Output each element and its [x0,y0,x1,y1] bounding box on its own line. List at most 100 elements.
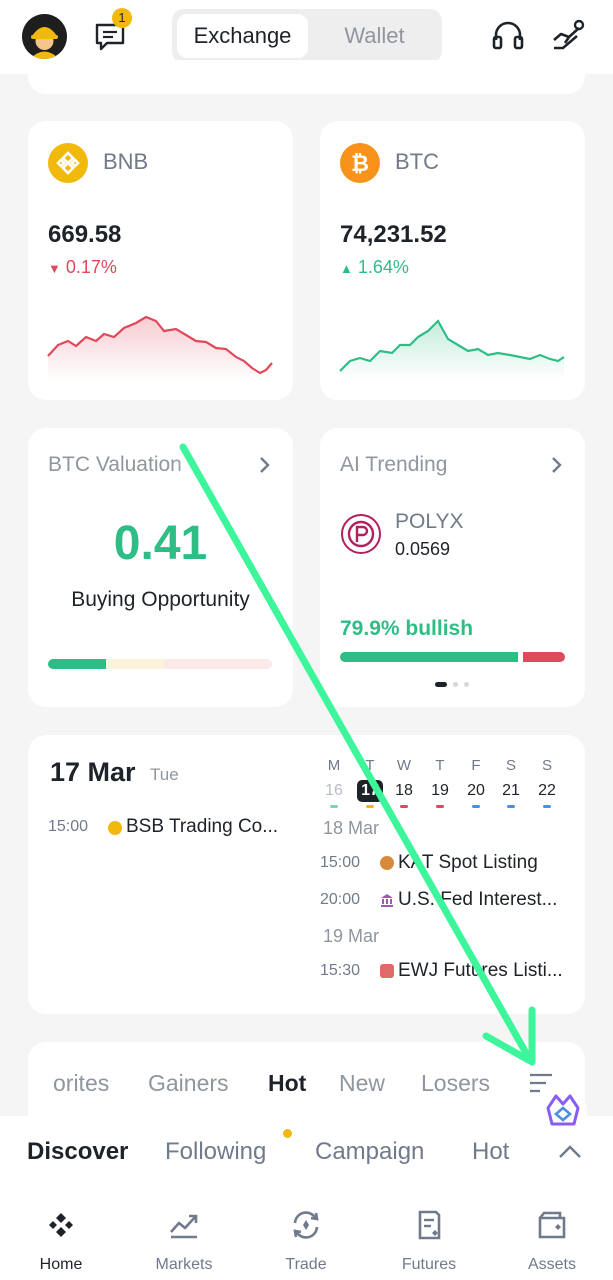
dot [464,682,469,687]
nav-home[interactable]: Home [11,1208,111,1274]
coin-change: ▼ 0.17% [48,257,117,278]
tab-exchange[interactable]: Exchange [177,14,308,58]
day-number[interactable]: 16 [321,780,347,802]
btc-valuation-card[interactable]: BTC Valuation 0.41 Buying Opportunity [28,428,293,707]
event-title[interactable]: KAT Spot Listing [398,852,538,874]
token-name: POLYX [395,510,464,533]
dot-active [435,682,447,687]
event-marker [366,805,374,808]
valuation-bar-yellow [106,659,164,669]
futures-icon [418,1210,441,1240]
weekday-letter: S [541,757,552,774]
weekday-letter: F [471,757,481,774]
chevron-up-icon[interactable] [558,1144,582,1160]
tab-following[interactable]: Following [165,1138,266,1166]
dot [453,682,458,687]
day-label: 18 Mar [323,818,380,838]
chevron-right-icon[interactable] [550,454,564,476]
token-icon [380,856,394,870]
nav-trade[interactable]: Trade [256,1208,356,1274]
nav-label: Markets [155,1256,213,1273]
tab-campaign[interactable]: Campaign [315,1138,424,1166]
polyx-logo-icon [340,513,382,555]
tab-discover[interactable]: Discover [27,1138,128,1166]
weekday-letter: T [435,757,445,774]
down-triangle-icon: ▼ [48,261,61,276]
calendar-weekday: Tue [150,765,179,784]
valuation-value: 0.41 [113,517,208,570]
day-number[interactable]: 22 [534,780,560,802]
notification-badge: 1 [112,8,132,28]
day-label: 19 Mar [323,926,380,946]
nav-label: Trade [285,1256,327,1273]
nav-label: Futures [401,1256,457,1273]
tab-losers[interactable]: Losers [421,1070,490,1097]
coin-card-btc[interactable]: ₿ BTC 74,231.52 ▲ 1.64% [320,121,585,400]
event-time: 15:00 [48,818,89,835]
title-fade [174,443,254,483]
coin-card-bnb[interactable]: BNB 669.58 ▼ 0.17% [28,121,293,400]
btc-logo-icon: ₿ [340,143,380,183]
event-title[interactable]: EWJ Futures Listi... [398,960,563,982]
event-marker [400,805,408,808]
nav-markets[interactable]: Markets [134,1208,234,1274]
home-icon [49,1213,73,1237]
token-icon [108,821,122,835]
coin-symbol: BTC [395,149,439,174]
event-time: 15:00 [320,854,361,871]
chevron-right-icon[interactable] [258,454,272,476]
event-title[interactable]: BSB Trading Co... [126,816,278,838]
valuation-bar-red [164,659,272,669]
event-marker [507,805,515,808]
valuation-label: Buying Opportunity [71,588,250,611]
day-number[interactable]: 20 [463,780,489,802]
markets-icon [170,1214,198,1239]
day-number-today[interactable]: 17 [357,780,383,802]
nav-assets[interactable]: Assets [502,1208,602,1274]
ai-trending-card[interactable]: AI Trending POLYX 0.0569 79.9% bullish [320,428,585,707]
tab-gainers[interactable]: Gainers [148,1070,229,1097]
coin-change: ▲ 1.64% [340,257,409,278]
day-number[interactable]: 18 [391,780,417,802]
exchange-wallet-switch: Exchange Wallet [172,9,442,63]
weekday-letter: T [365,757,375,774]
coin-price: 74,231.52 [340,221,447,248]
day-number[interactable]: 21 [498,780,524,802]
nav-futures[interactable]: Futures [379,1208,479,1274]
calendar-card[interactable]: 17 Mar Tue 15:00 BSB Trading Co... M T W… [28,735,585,1014]
bnb-logo-icon [48,143,88,183]
assistant-icon[interactable] [538,1084,588,1140]
day-number[interactable]: 19 [427,780,453,802]
tab-hot[interactable]: Hot [268,1070,306,1097]
event-time: 15:30 [320,962,361,979]
event-marker [472,805,480,808]
nav-label: Assets [527,1256,576,1273]
tab-hot-feed[interactable]: Hot [472,1138,509,1166]
svg-text:₿: ₿ [351,152,369,177]
bearish-bar [523,652,565,662]
weekday-letter: S [505,757,516,774]
event-time: 20:00 [320,891,361,908]
tab-new[interactable]: New [339,1070,385,1097]
tab-wallet[interactable]: Wallet [312,14,437,58]
event-marker [543,805,551,808]
sentiment-label: 79.9% bullish [340,617,474,640]
previous-card-edge [28,60,585,94]
weekday-letter: M [327,757,341,774]
bottom-sheet: Discover Following Campaign Hot Home Mar… [0,1116,613,1280]
event-title[interactable]: U.S. Fed Interest... [398,889,557,911]
bnb-sparkline [47,315,273,381]
valuation-bar-green [48,659,106,669]
document-icon [380,964,394,978]
following-new-dot [283,1129,292,1138]
btc-sparkline [339,319,565,381]
tab-favorites[interactable]: orites [53,1070,109,1097]
referral-gift-icon[interactable] [551,18,587,54]
nav-label: Home [39,1256,83,1273]
up-triangle-icon: ▲ [340,261,353,276]
event-marker [436,805,444,808]
bank-icon [380,893,394,907]
avatar[interactable] [22,14,67,59]
headset-icon[interactable] [490,18,526,54]
weekday-letter: W [396,757,412,774]
